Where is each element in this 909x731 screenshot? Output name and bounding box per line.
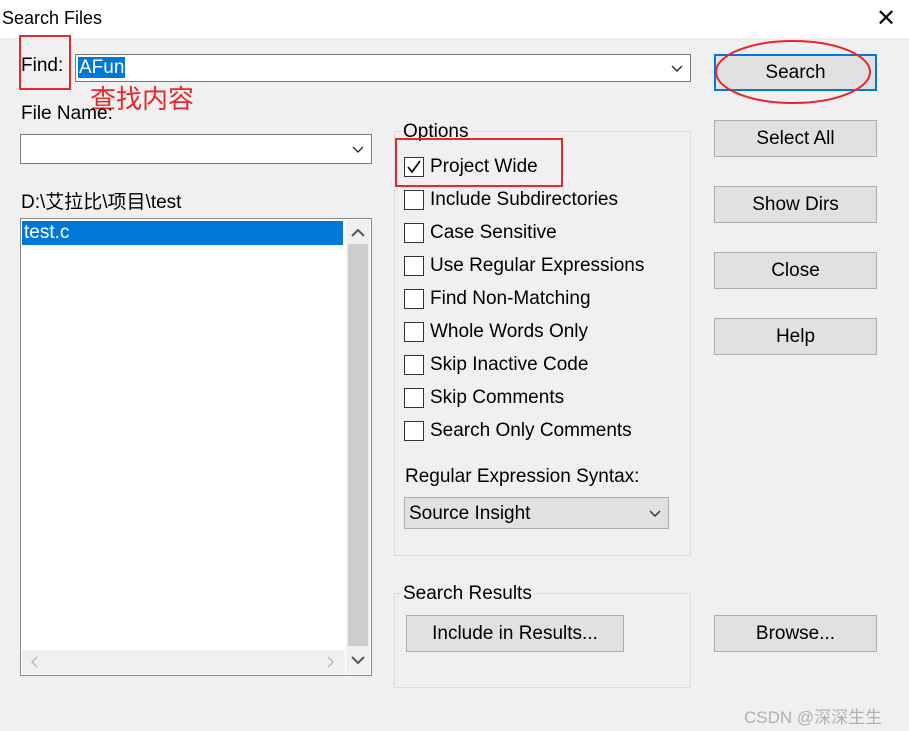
title-bar bbox=[0, 0, 909, 38]
checkbox-box[interactable] bbox=[404, 388, 424, 408]
chevron-down-icon[interactable] bbox=[670, 59, 684, 77]
browse-button[interactable]: Browse... bbox=[714, 615, 877, 652]
scrollbar-thumb[interactable] bbox=[348, 244, 368, 646]
checkbox-box[interactable] bbox=[404, 190, 424, 210]
show-dirs-button[interactable]: Show Dirs bbox=[714, 186, 877, 223]
checkbox-label: Include Subdirectories bbox=[430, 189, 618, 210]
select-all-button[interactable]: Select All bbox=[714, 120, 877, 157]
file-name-label: File Name: bbox=[21, 103, 113, 124]
search-button-highlight-ellipse bbox=[715, 40, 871, 104]
checkbox-box[interactable] bbox=[404, 223, 424, 243]
regex-syntax-dropdown[interactable]: Source Insight bbox=[404, 497, 669, 529]
list-item-label: test.c bbox=[24, 222, 70, 243]
watermark: CSDN @深深生生 bbox=[744, 708, 883, 727]
scroll-right-icon[interactable] bbox=[325, 656, 335, 668]
find-label: Find: bbox=[21, 55, 64, 76]
find-input-value[interactable]: AFun bbox=[78, 57, 126, 78]
checkbox-box[interactable] bbox=[404, 289, 424, 309]
scroll-left-icon[interactable] bbox=[30, 656, 40, 668]
checkbox-label: Use Regular Expressions bbox=[430, 255, 645, 276]
window-title: Search Files bbox=[2, 8, 103, 28]
chevron-down-icon[interactable] bbox=[648, 506, 662, 520]
checkbox-box[interactable] bbox=[404, 256, 424, 276]
checkbox-label: Skip Comments bbox=[430, 387, 565, 408]
checkbox-box[interactable] bbox=[404, 421, 424, 441]
checkbox-label: Project Wide bbox=[430, 156, 538, 177]
horizontal-scrollbar[interactable] bbox=[22, 650, 345, 674]
list-item-selected[interactable]: test.c bbox=[22, 221, 343, 245]
chevron-down-icon[interactable] bbox=[351, 140, 365, 158]
checkbox-label: Whole Words Only bbox=[430, 321, 589, 342]
file-list[interactable]: test.c bbox=[20, 218, 372, 676]
checkmark-icon bbox=[407, 160, 421, 174]
checkbox-box[interactable] bbox=[404, 322, 424, 342]
checkbox-label: Find Non-Matching bbox=[430, 288, 591, 309]
regex-syntax-label: Regular Expression Syntax: bbox=[405, 466, 640, 487]
checkbox-label: Case Sensitive bbox=[430, 222, 557, 243]
current-path: D:\艾拉比\项目\test bbox=[21, 192, 182, 213]
search-results-label: Search Results bbox=[401, 583, 534, 605]
close-icon[interactable]: ✕ bbox=[872, 5, 900, 33]
regex-syntax-value: Source Insight bbox=[409, 503, 531, 524]
checkbox-box[interactable] bbox=[404, 157, 424, 177]
checkbox-box[interactable] bbox=[404, 355, 424, 375]
include-in-results-button[interactable]: Include in Results... bbox=[406, 615, 624, 652]
checkbox-label: Search Only Comments bbox=[430, 420, 632, 441]
help-button[interactable]: Help bbox=[714, 318, 877, 355]
file-name-combobox[interactable] bbox=[20, 134, 372, 164]
scroll-up-icon[interactable] bbox=[350, 227, 366, 239]
close-button[interactable]: Close bbox=[714, 252, 877, 289]
vertical-scrollbar[interactable] bbox=[346, 220, 370, 674]
checkbox-label: Skip Inactive Code bbox=[430, 354, 589, 375]
find-combobox[interactable]: AFun bbox=[75, 54, 691, 82]
scroll-down-icon[interactable] bbox=[350, 654, 366, 666]
